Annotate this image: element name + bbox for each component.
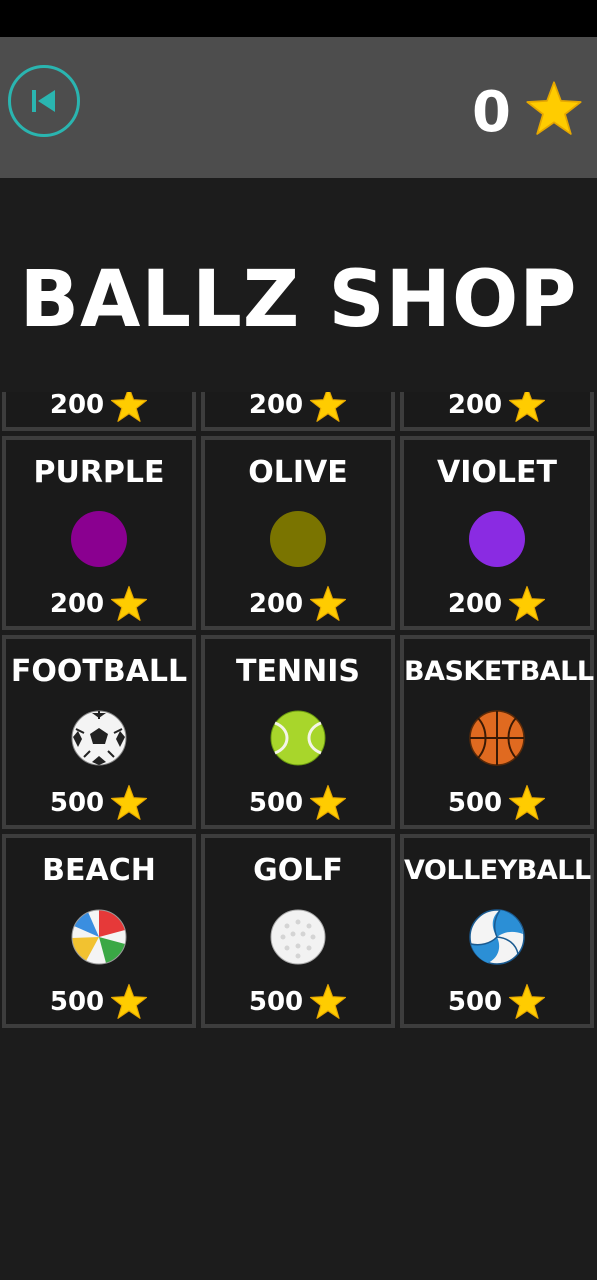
star-icon: [310, 983, 347, 1019]
item-price: 200: [404, 584, 590, 624]
shop-item-silver[interactable]: SILVER200: [201, 392, 395, 431]
price-value: 200: [248, 589, 304, 619]
star-icon: [509, 983, 546, 1019]
ball-swatch: [70, 510, 128, 568]
item-price: 500: [404, 982, 590, 1022]
star-icon: [509, 585, 546, 621]
ball-swatch: [468, 510, 526, 568]
item-name: BEACH: [42, 853, 156, 888]
item-name: PURPLE: [33, 455, 165, 490]
item-price: 200: [205, 392, 391, 425]
price-value: 500: [49, 987, 105, 1017]
shop-grid-viewport[interactable]: BROWN200SILVER200AQUA200 PURPLE 200 OLIVE 20…: [0, 392, 597, 1142]
star-icon: [111, 585, 148, 621]
volleyball-ball-icon: [468, 908, 526, 966]
price-value: 200: [447, 589, 503, 619]
item-price: 200: [205, 584, 391, 624]
item-price: 200: [6, 584, 192, 624]
shop-item-brown[interactable]: BROWN200: [2, 392, 196, 431]
shop-item-violet[interactable]: VIOLET 200: [400, 436, 594, 630]
page-title: BALLZ SHOP: [19, 255, 578, 345]
tennis-ball-icon: [269, 709, 327, 767]
shop-item-olive[interactable]: OLIVE 200: [201, 436, 395, 630]
football-ball-icon: [70, 709, 128, 767]
shop-item-purple[interactable]: PURPLE 200: [2, 436, 196, 630]
shop-item-volleyball[interactable]: VOLLEYBALL 500: [400, 834, 594, 1028]
skip-back-icon: [32, 90, 55, 112]
star-icon: [509, 392, 546, 422]
item-price: 200: [6, 392, 192, 425]
beach-ball-icon: [70, 908, 128, 966]
item-name: TENNIS: [236, 654, 360, 689]
item-price: 500: [205, 783, 391, 823]
price-value: 200: [248, 392, 304, 420]
basketball-ball-icon: [468, 709, 526, 767]
shop-item-aqua[interactable]: AQUA200: [400, 392, 594, 431]
price-value: 500: [248, 788, 304, 818]
shop-item-football[interactable]: FOOTBALL 500: [2, 635, 196, 829]
price-value: 500: [49, 788, 105, 818]
item-name: GOLF: [253, 853, 343, 888]
price-value: 200: [49, 392, 105, 420]
item-name: BASKETBALL: [404, 656, 594, 687]
star-icon: [111, 983, 148, 1019]
item-price: 500: [6, 982, 192, 1022]
back-button[interactable]: [8, 65, 80, 137]
shop-item-beach[interactable]: BEACH 500: [2, 834, 196, 1028]
star-icon: [310, 784, 347, 820]
item-name: VIOLET: [437, 455, 557, 490]
item-price: 500: [205, 982, 391, 1022]
shop-item-basketball[interactable]: BASKETBALL 500: [400, 635, 594, 829]
item-name: OLIVE: [248, 455, 348, 490]
ball-swatch: [269, 510, 327, 568]
star-icon: [111, 784, 148, 820]
status-bar: [0, 0, 597, 37]
shop-grid: BROWN200SILVER200AQUA200 PURPLE 200 OLIVE 20…: [2, 392, 596, 1028]
item-name: VOLLEYBALL: [404, 855, 591, 886]
shop-item-golf[interactable]: GOLF 500: [201, 834, 395, 1028]
shop-item-tennis[interactable]: TENNIS 500: [201, 635, 395, 829]
price-value: 500: [248, 987, 304, 1017]
star-icon: [111, 392, 148, 422]
price-value: 500: [447, 788, 503, 818]
star-count: 0: [472, 80, 511, 145]
item-name: FOOTBALL: [10, 654, 188, 689]
price-value: 200: [447, 392, 503, 420]
star-icon: [310, 585, 347, 621]
star-icon: [509, 784, 546, 820]
item-price: 500: [6, 783, 192, 823]
item-price: 500: [404, 783, 590, 823]
star-icon: [310, 392, 347, 422]
item-price: 200: [404, 392, 590, 425]
star-icon: [526, 81, 582, 135]
price-value: 500: [447, 987, 503, 1017]
golf-ball-icon: [269, 908, 327, 966]
price-value: 200: [49, 589, 105, 619]
